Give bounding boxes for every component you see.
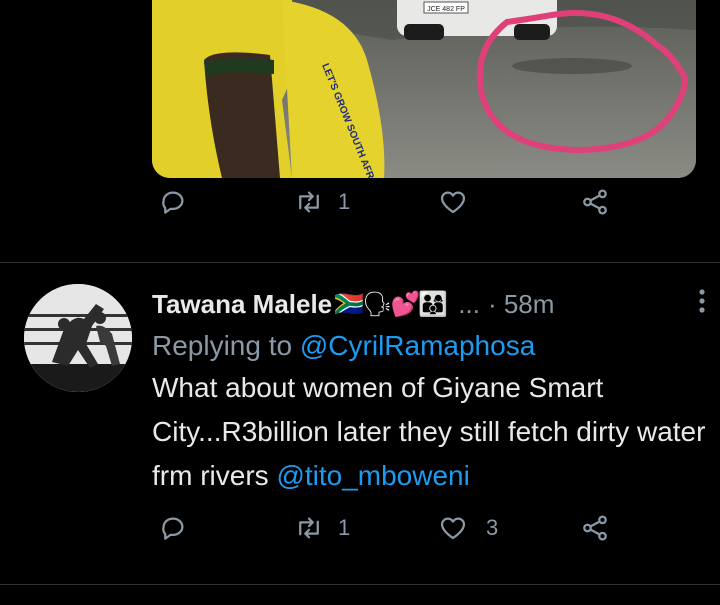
avatar-image [24, 284, 132, 392]
vertical-dots-icon [699, 288, 705, 313]
speech-bubble-icon [162, 191, 184, 214]
avatar[interactable] [24, 284, 132, 392]
reply-handle-link[interactable]: @CyrilRamaphosa [300, 330, 535, 361]
heart-icon [440, 191, 466, 214]
retweet-button[interactable]: 1 [294, 187, 350, 217]
mention-link[interactable]: @tito_mboweni [276, 460, 469, 491]
divider [0, 262, 720, 263]
name-ellipsis: ... [458, 288, 480, 319]
divider [0, 584, 720, 585]
tweet[interactable]: Tawana Malele 🇿🇦🗣💕👨‍👩‍👦 ... · 58m Replyi… [152, 284, 707, 498]
tweet-media-image[interactable]: JCE 482 FP LET'S GROW SOUTH AFRICA TOGET… [152, 0, 696, 178]
tweet-text: What about women of Giyane Smart City...… [152, 366, 707, 498]
heart-icon [440, 517, 466, 540]
reply-button[interactable] [158, 187, 188, 217]
display-name[interactable]: Tawana Malele [152, 289, 332, 320]
retweet-arrows-icon [299, 517, 319, 539]
retweet-count: 1 [338, 515, 351, 540]
like-count: 3 [486, 515, 499, 540]
reply-button[interactable] [158, 513, 188, 543]
timestamp[interactable]: · 58m [488, 289, 554, 320]
share-icon [583, 189, 607, 215]
car-plate: JCE 482 FP [427, 6, 465, 13]
replying-to: Replying to @CyrilRamaphosa [152, 330, 707, 362]
reply-prefix: Replying to [152, 330, 293, 361]
share-button[interactable] [580, 513, 610, 543]
tweet-header: Tawana Malele 🇿🇦🗣💕👨‍👩‍👦 ... · 58m [152, 284, 707, 324]
retweet-count: 1 [338, 189, 351, 214]
name-emojis: 🇿🇦🗣💕👨‍👩‍👦 [334, 290, 448, 318]
share-button[interactable] [580, 187, 610, 217]
speech-bubble-icon [162, 517, 184, 540]
like-button[interactable]: 3 [438, 513, 498, 543]
share-icon [583, 515, 607, 541]
like-button[interactable] [438, 187, 468, 217]
retweet-arrows-icon [299, 191, 319, 213]
more-options-button[interactable] [697, 286, 707, 323]
media-photo: JCE 482 FP LET'S GROW SOUTH AFRICA TOGET… [152, 0, 696, 178]
retweet-button[interactable]: 1 [294, 513, 350, 543]
